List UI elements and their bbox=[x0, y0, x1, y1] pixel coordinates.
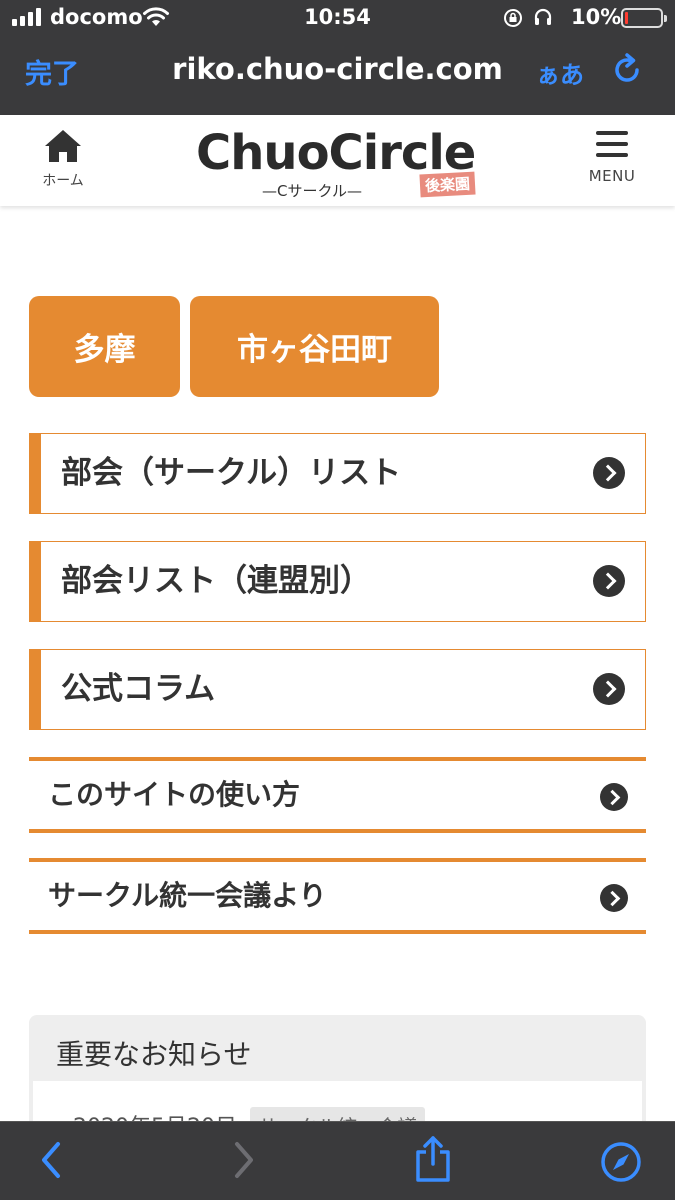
nav-circle-list-by-federation[interactable]: 部会リスト（連盟別） bbox=[29, 541, 646, 622]
important-notice-panel: 重要なお知らせ 2020年5月20日 サークル統一会議 bbox=[29, 1015, 646, 1144]
browser-top-chrome: docomo 10:54 10% 完了 riko.chuo-circle.com… bbox=[0, 0, 675, 115]
menu-button[interactable]: MENU bbox=[584, 131, 640, 185]
battery-level-fill bbox=[625, 12, 628, 24]
battery-icon bbox=[621, 8, 667, 28]
campus-button-ichigaya-tamachi[interactable]: 市ヶ谷田町 bbox=[190, 296, 439, 397]
chevron-right-circle-icon bbox=[593, 457, 625, 489]
chevron-right-circle-icon bbox=[600, 783, 628, 811]
share-icon[interactable] bbox=[413, 1134, 453, 1184]
reader-text-size-button[interactable]: ぁあ bbox=[536, 55, 584, 90]
url-bar: 完了 riko.chuo-circle.com ぁあ bbox=[0, 40, 675, 110]
nav-circle-list-by-federation-label: 部会リスト（連盟別） bbox=[61, 563, 371, 599]
chevron-right-icon[interactable] bbox=[227, 1140, 259, 1180]
chevron-right-circle-icon bbox=[593, 673, 625, 705]
logo-campus-badge: 後楽園 bbox=[419, 171, 476, 198]
chevron-left-icon[interactable] bbox=[36, 1140, 68, 1180]
hamburger-icon bbox=[596, 131, 628, 157]
site-header: ホーム ChuoCircle —Cサークル— 後楽園 MENU bbox=[0, 115, 675, 206]
home-icon bbox=[45, 130, 81, 162]
nav-circle-list[interactable]: 部会（サークル）リスト bbox=[29, 433, 646, 514]
chevron-right-circle-icon bbox=[593, 565, 625, 597]
nav-official-column[interactable]: 公式コラム bbox=[29, 649, 646, 730]
logo-subtitle: —Cサークル— bbox=[262, 182, 363, 200]
browser-bottom-toolbar bbox=[0, 1121, 675, 1200]
home-button[interactable]: ホーム bbox=[30, 128, 96, 190]
logo-text: ChuoCircle bbox=[196, 125, 476, 181]
status-bar: docomo 10:54 10% bbox=[0, 0, 675, 38]
link-circle-council[interactable]: サークル統一会議より bbox=[29, 858, 646, 934]
battery-percentage: 10% bbox=[571, 5, 622, 29]
campus-button-tama[interactable]: 多摩 bbox=[29, 296, 180, 397]
link-how-to-use-site[interactable]: このサイトの使い方 bbox=[29, 757, 646, 833]
link-how-to-use-site-label: このサイトの使い方 bbox=[48, 778, 301, 811]
headphones-icon bbox=[534, 8, 552, 25]
home-label: ホーム bbox=[42, 173, 84, 189]
nav-official-column-label: 公式コラム bbox=[61, 671, 216, 707]
menu-label: MENU bbox=[588, 167, 636, 185]
orientation-lock-icon bbox=[504, 9, 522, 27]
nav-circle-list-label: 部会（サークル）リスト bbox=[61, 455, 402, 491]
compass-icon[interactable] bbox=[600, 1141, 642, 1183]
site-logo[interactable]: ChuoCircle —Cサークル— 後楽園 bbox=[196, 125, 486, 201]
chevron-right-circle-icon bbox=[600, 884, 628, 912]
link-circle-council-label: サークル統一会議より bbox=[48, 879, 327, 912]
reload-icon[interactable] bbox=[610, 53, 644, 87]
notice-title: 重要なお知らせ bbox=[56, 1038, 252, 1071]
